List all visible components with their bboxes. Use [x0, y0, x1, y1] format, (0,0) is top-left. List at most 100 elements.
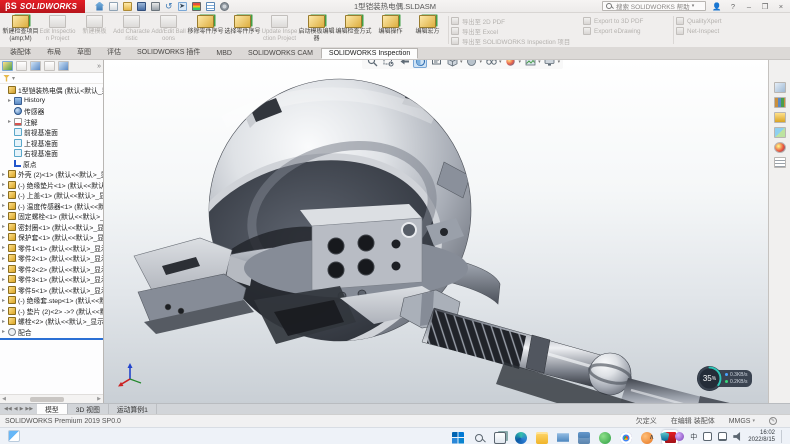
- panel-overflow-icon[interactable]: »: [97, 63, 101, 70]
- hide-show-caret[interactable]: ▾: [499, 60, 502, 65]
- model-tab[interactable]: 3D 视图: [68, 404, 109, 414]
- tree-row[interactable]: ▸ 配合: [0, 327, 103, 338]
- edit-appearance-caret[interactable]: ▾: [519, 60, 522, 65]
- show-desktop-strip[interactable]: [781, 430, 786, 443]
- tree-row[interactable]: ▸ 固定螺栓<1> (默认<<默认>_显示: [0, 211, 103, 222]
- mail-app-icon[interactable]: [557, 432, 569, 444]
- ribbon-button[interactable]: Update Inspection Project: [261, 14, 298, 46]
- custom-properties-icon[interactable]: [774, 157, 786, 168]
- tab-scroll-arrows[interactable]: ◀◀◀▶▶▶: [0, 404, 37, 414]
- command-tab[interactable]: SOLIDWORKS 插件: [129, 45, 208, 59]
- command-tab[interactable]: 布局: [39, 45, 69, 59]
- ribbon-button[interactable]: 移除零件序号: [187, 14, 224, 46]
- save-icon[interactable]: [137, 2, 146, 11]
- tree-row[interactable]: ▸ 零件5<1> (默认<<默认>_显示状: [0, 285, 103, 296]
- scroll-left-icon[interactable]: ◀: [0, 396, 8, 402]
- scroll-right-icon[interactable]: ▶: [95, 396, 103, 402]
- display-manager-tab-icon[interactable]: [58, 61, 69, 71]
- tree-row[interactable]: ▸ 密封圈<1> (默认<<默认>_显示状: [0, 222, 103, 233]
- edge-browser-icon[interactable]: [515, 432, 527, 444]
- options-gear-icon[interactable]: [220, 2, 229, 11]
- previous-view-icon[interactable]: [397, 60, 411, 68]
- ribbon-button[interactable]: 新建检查项目 (amp;M): [2, 14, 39, 46]
- tray-app-icon[interactable]: [675, 432, 684, 441]
- tree-row[interactable]: ▸ 零件1<1> (默认<<默认>_显示状: [0, 243, 103, 254]
- tab-scroll-right-icon[interactable]: ▶▶: [25, 406, 33, 412]
- ribbon-button[interactable]: 编辑操作: [372, 14, 409, 46]
- export-item[interactable]: Export to 3D PDF: [583, 16, 671, 26]
- tree-filter-row[interactable]: ▾: [0, 73, 103, 84]
- export-item[interactable]: 导出至 2D PDF: [451, 16, 583, 26]
- property-manager-tab-icon[interactable]: [16, 61, 27, 71]
- scene-caret[interactable]: ▾: [538, 60, 541, 65]
- green-app-icon[interactable]: [599, 432, 611, 444]
- export-item[interactable]: 导出至 SOLIDWORKS Inspection 项目: [451, 36, 583, 46]
- graphics-viewport[interactable]: ▾ ▾ ▾ ▾ ▾ ▾: [104, 60, 768, 403]
- file-explorer-taskbar-icon[interactable]: [536, 432, 548, 444]
- export-item[interactable]: Net-Inspect: [676, 26, 746, 36]
- status-info-icon[interactable]: ✎: [769, 417, 777, 425]
- tree-row[interactable]: ▸ 保护套<1> (默认<<默认>_显示状: [0, 232, 103, 243]
- store-app-icon[interactable]: [578, 432, 590, 444]
- select-cursor-icon[interactable]: ➤: [178, 2, 187, 11]
- tree-row[interactable]: ▸ History: [0, 96, 103, 107]
- ribbon-button[interactable]: Edit Inspection Project: [39, 14, 76, 46]
- ribbon-button[interactable]: 编辑宏方: [409, 14, 446, 46]
- model-tab[interactable]: 运动算例1: [109, 404, 157, 414]
- view-settings-icon[interactable]: [543, 60, 557, 68]
- view-palette-icon[interactable]: [774, 127, 786, 138]
- scene-icon[interactable]: [523, 60, 537, 68]
- ribbon-button[interactable]: 新建模板: [76, 14, 113, 46]
- file-explorer-icon[interactable]: [774, 112, 786, 123]
- taskbar-clock[interactable]: 16:02 2022/8/15: [748, 430, 775, 444]
- export-item[interactable]: Export eDrawing: [583, 26, 671, 36]
- scrollbar-thumb[interactable]: [30, 397, 64, 402]
- export-item[interactable]: 导出至 Excel: [451, 26, 583, 36]
- print-icon[interactable]: [151, 2, 160, 11]
- tree-row[interactable]: ▸ 传感器: [0, 106, 103, 117]
- command-tab[interactable]: 装配体: [2, 45, 39, 59]
- open-icon[interactable]: [123, 2, 132, 11]
- touch-keyboard-icon[interactable]: [703, 432, 712, 441]
- section-view-icon[interactable]: [413, 60, 427, 68]
- tree-row[interactable]: ▸ (-) 温度传感器<1> (默认<<默认>_: [0, 201, 103, 212]
- tree-row[interactable]: ▸ 零件2<2> (默认<<默认>_显示状: [0, 264, 103, 275]
- start-button-icon[interactable]: [452, 432, 464, 444]
- command-tab[interactable]: 草图: [69, 45, 99, 59]
- tree-root-row[interactable]: ▸ 1型铠装热电偶 (默认<默认_显示状态-1: [0, 85, 103, 96]
- feature-tree-tab-icon[interactable]: [2, 61, 13, 71]
- command-tab[interactable]: SOLIDWORKS CAM: [240, 48, 321, 59]
- task-view-icon[interactable]: [494, 432, 506, 444]
- zoom-area-icon[interactable]: [381, 60, 395, 68]
- dimxpert-tab-icon[interactable]: [44, 61, 55, 71]
- view-orientation-caret[interactable]: ▾: [460, 60, 463, 65]
- thermocouple-3d-model[interactable]: [104, 60, 768, 403]
- command-tab[interactable]: MBD: [208, 48, 240, 59]
- performance-overlay[interactable]: 35% 0.3KB/s 0.2KB/s: [696, 365, 752, 392]
- tree-splitter[interactable]: [0, 338, 103, 340]
- sketch-grid-icon[interactable]: [206, 2, 215, 11]
- tree-row[interactable]: ▸ 前视基准面: [0, 127, 103, 138]
- tab-scroll-left-icon[interactable]: ◀◀: [4, 406, 12, 412]
- search-box[interactable]: 搜索 SOLIDWORKS 帮助 ▾: [602, 1, 706, 11]
- minimize-button[interactable]: –: [744, 2, 754, 11]
- units-selector[interactable]: MMGS▾: [729, 418, 755, 425]
- filter-caret-icon[interactable]: ▾: [12, 75, 15, 82]
- tree-row[interactable]: ▸ (-) 绝缘套.step<1> (默认<<默认>: [0, 295, 103, 306]
- tree-row[interactable]: ▸ 外壳 (2)<1> (默认<<默认>_显示状: [0, 169, 103, 180]
- appearances-icon[interactable]: [774, 142, 786, 153]
- tree-row[interactable]: ▸ 零件3<1> (默认<<默认>_显示状: [0, 274, 103, 285]
- login-user-icon[interactable]: 👤: [712, 2, 722, 11]
- display-style-caret[interactable]: ▾: [480, 60, 483, 65]
- widgets-icon[interactable]: [8, 430, 20, 442]
- restore-button[interactable]: ❐: [760, 2, 770, 11]
- tree-row[interactable]: ▸ (-) 垫片 (2)<2> ->? (默认<<默认: [0, 306, 103, 317]
- tree-row[interactable]: ▸ (-) 上盖<1> (默认<<默认>_显示状: [0, 190, 103, 201]
- configuration-tab-icon[interactable]: [30, 61, 41, 71]
- security-tray-icon[interactable]: [660, 432, 669, 441]
- tab-scroll-right-one-icon[interactable]: ▶: [20, 406, 24, 412]
- chrome-browser-icon[interactable]: [620, 432, 632, 444]
- ribbon-button[interactable]: Add/Edit Balloons: [150, 14, 187, 46]
- rebuild-traffic-icon[interactable]: [192, 2, 201, 11]
- tree-row[interactable]: ▸ 注解: [0, 117, 103, 128]
